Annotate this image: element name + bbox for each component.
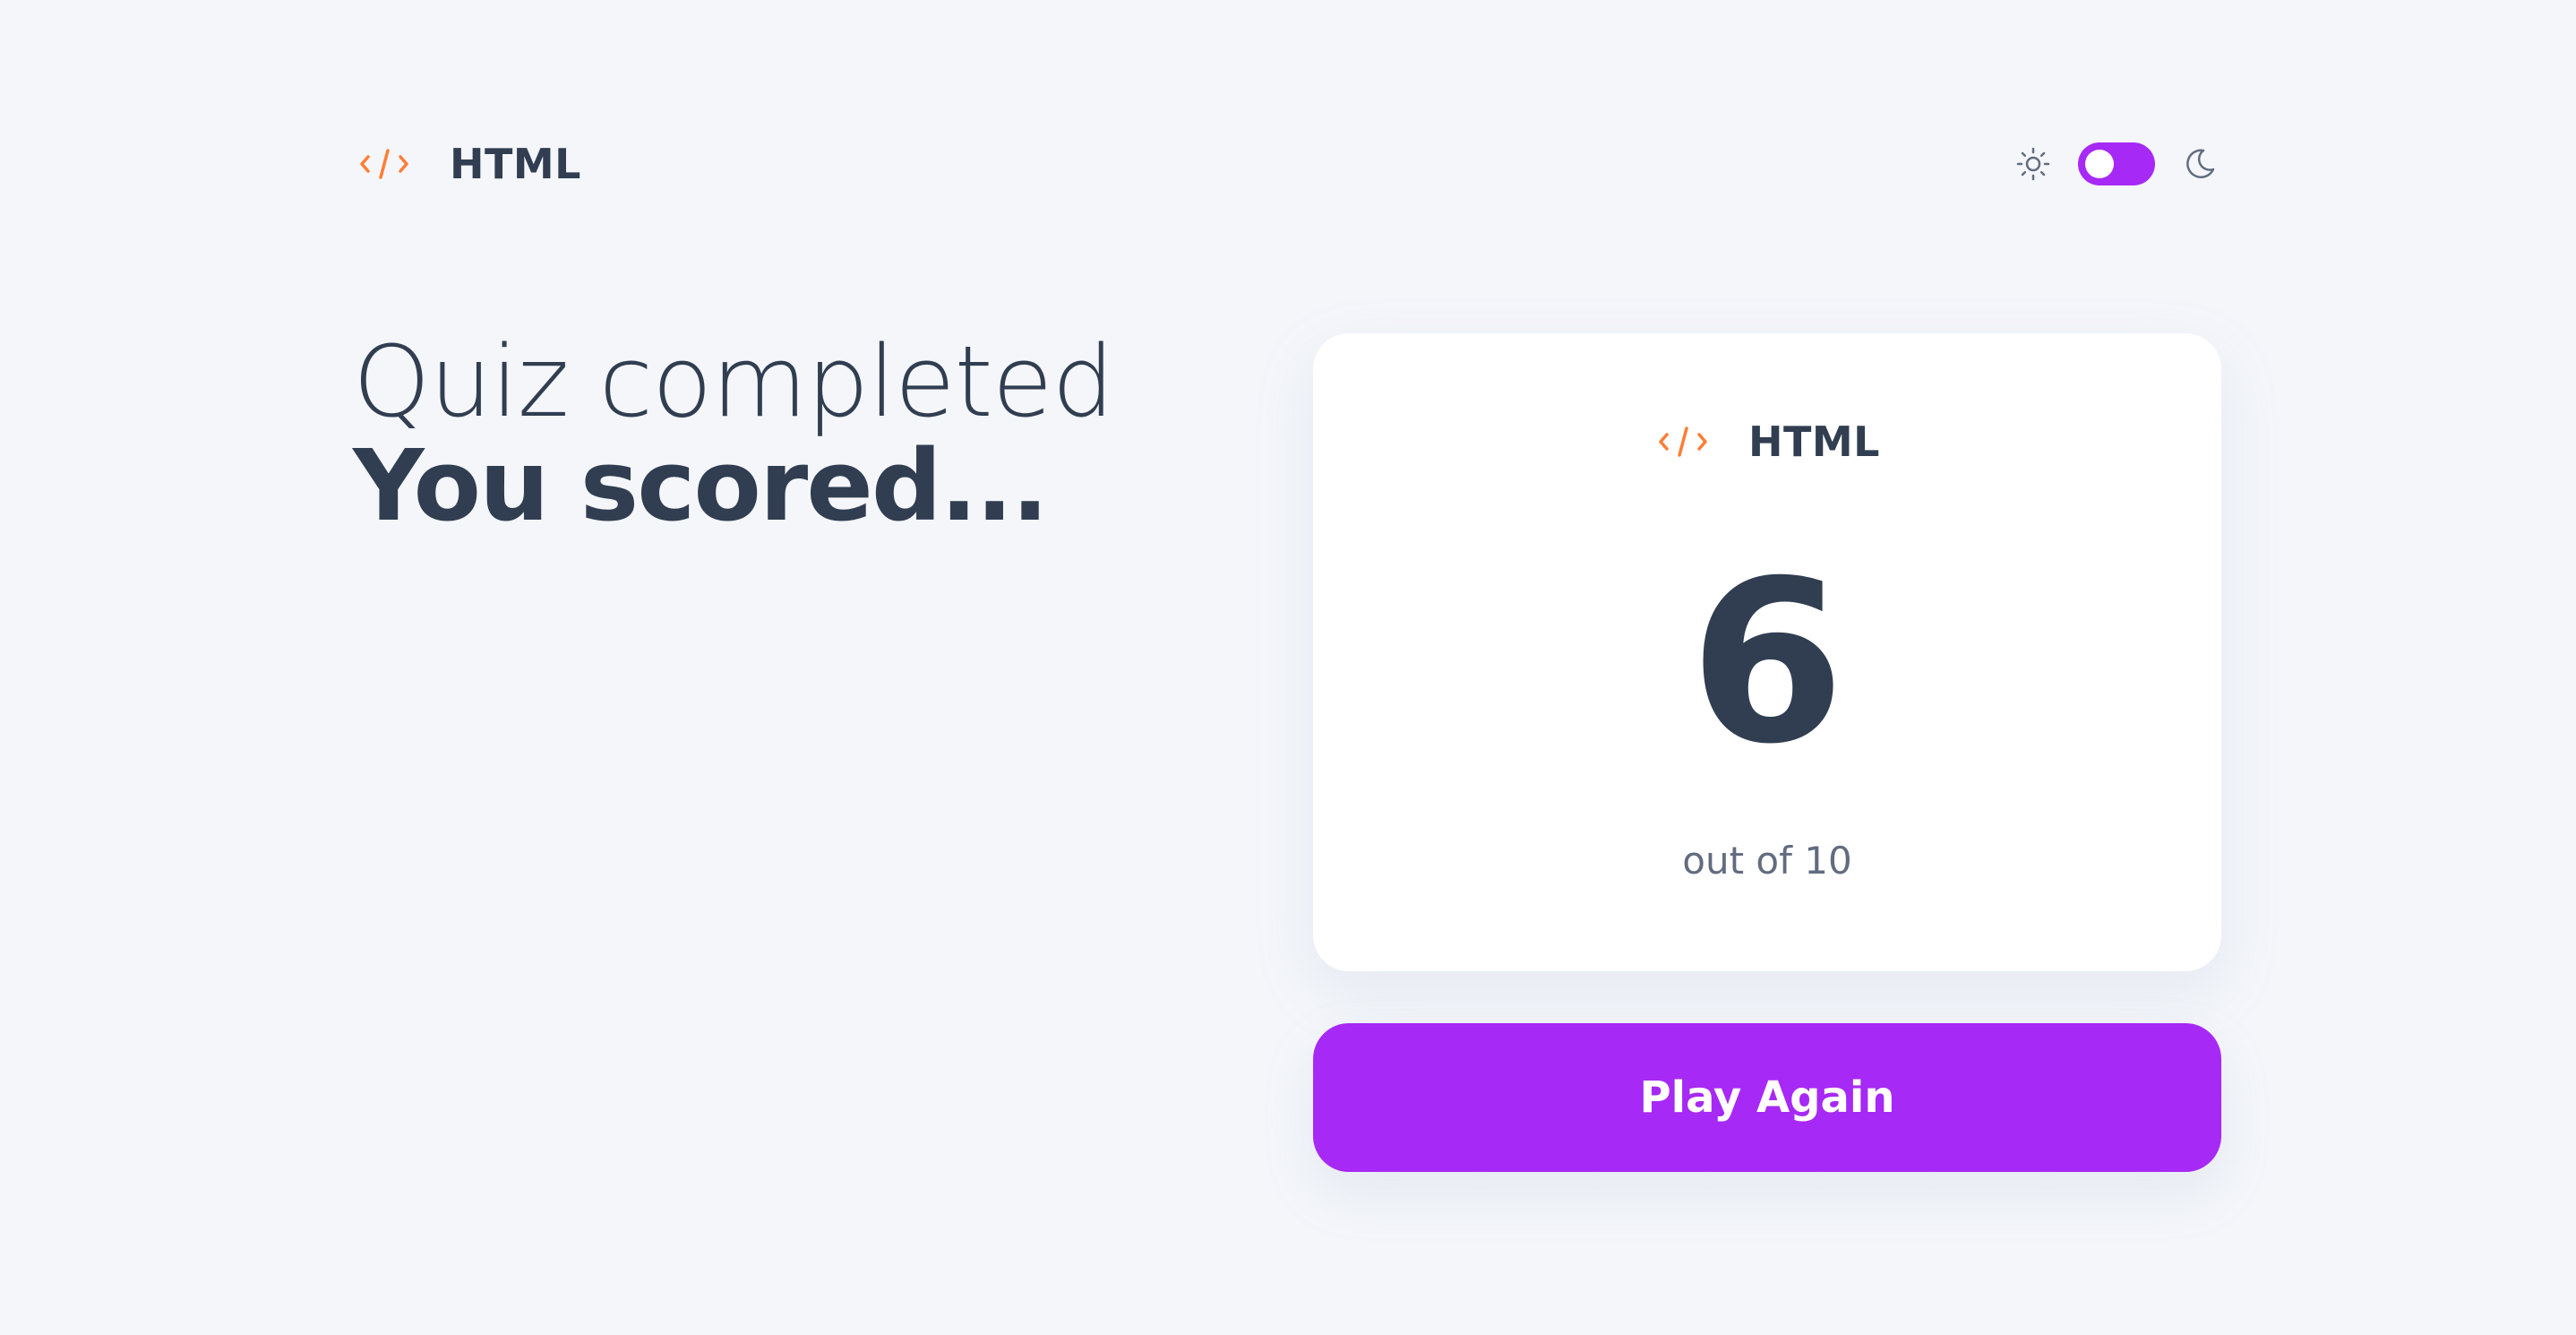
score-value: 6 xyxy=(1689,532,1845,793)
code-brackets-icon xyxy=(1653,412,1713,471)
play-again-button[interactable]: Play Again xyxy=(1313,1023,2221,1172)
score-card-subject: HTML xyxy=(1653,412,1880,471)
header-subject-title: HTML xyxy=(450,140,581,188)
heading-you-scored: You scored... xyxy=(353,428,1049,543)
code-brackets-icon xyxy=(355,134,414,194)
theme-switch[interactable] xyxy=(2078,142,2155,185)
theme-switch-knob xyxy=(2085,150,2114,178)
result-heading: Quiz completed You scored... xyxy=(353,330,1159,538)
score-out-of: out of 10 xyxy=(1682,839,1852,883)
moon-icon xyxy=(2182,146,2218,182)
theme-toggle xyxy=(2015,138,2218,190)
sun-icon xyxy=(2015,146,2051,182)
score-card-subject-title: HTML xyxy=(1748,418,1880,466)
heading-quiz-completed: Quiz completed xyxy=(353,324,1114,439)
header-subject: HTML xyxy=(355,134,581,194)
